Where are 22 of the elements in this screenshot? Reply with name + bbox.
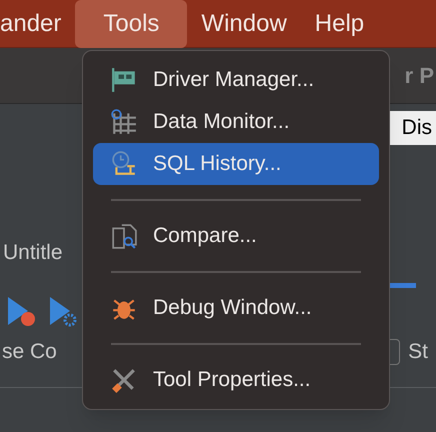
menu-item[interactable]: Driver Manager... bbox=[93, 59, 379, 101]
checkbox-label: St bbox=[408, 339, 428, 366]
connection-label: se Co bbox=[2, 339, 57, 366]
dialog-button[interactable]: Dis bbox=[390, 111, 436, 145]
menu-item[interactable]: SQL History... bbox=[93, 143, 379, 185]
menu-item[interactable]: Debug Window... bbox=[93, 287, 379, 329]
run-settings-icon bbox=[50, 297, 78, 327]
window-title: r P bbox=[404, 62, 434, 90]
tools-icon bbox=[111, 367, 137, 393]
menu-item[interactable]: Compare... bbox=[93, 215, 379, 257]
menu-item[interactable]: Data Monitor... bbox=[93, 101, 379, 143]
document-search-icon bbox=[111, 223, 137, 249]
menu-item[interactable]: Tool Properties... bbox=[93, 359, 379, 401]
run-icon bbox=[8, 297, 36, 327]
scroll-clock-icon bbox=[111, 151, 137, 177]
menu-bar-item[interactable]: Window bbox=[187, 0, 301, 48]
editor-tab[interactable]: Untitle bbox=[0, 236, 63, 280]
tab-indicator bbox=[390, 283, 416, 288]
menu-bar-item[interactable]: Help bbox=[300, 0, 378, 48]
menu-bar-item[interactable]: ander bbox=[0, 0, 76, 48]
menu-bar-item[interactable]: Tools bbox=[75, 0, 188, 48]
driver-card-icon bbox=[111, 67, 137, 93]
